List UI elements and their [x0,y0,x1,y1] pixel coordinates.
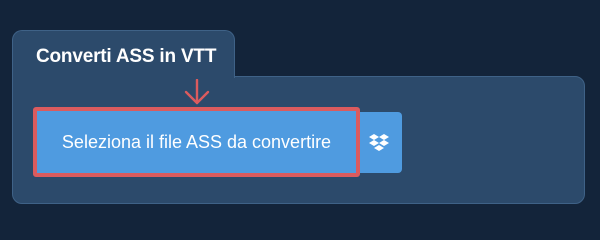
tab-title: Converti ASS in VTT [36,46,217,67]
arrow-down-icon [184,79,210,105]
select-file-button[interactable]: Seleziona il file ASS da convertire [33,107,360,177]
dropbox-button[interactable] [356,112,402,173]
dropbox-icon [369,133,389,151]
select-file-label: Seleziona il file ASS da convertire [61,131,332,152]
converter-tab: Converti ASS in VTT [12,30,235,78]
